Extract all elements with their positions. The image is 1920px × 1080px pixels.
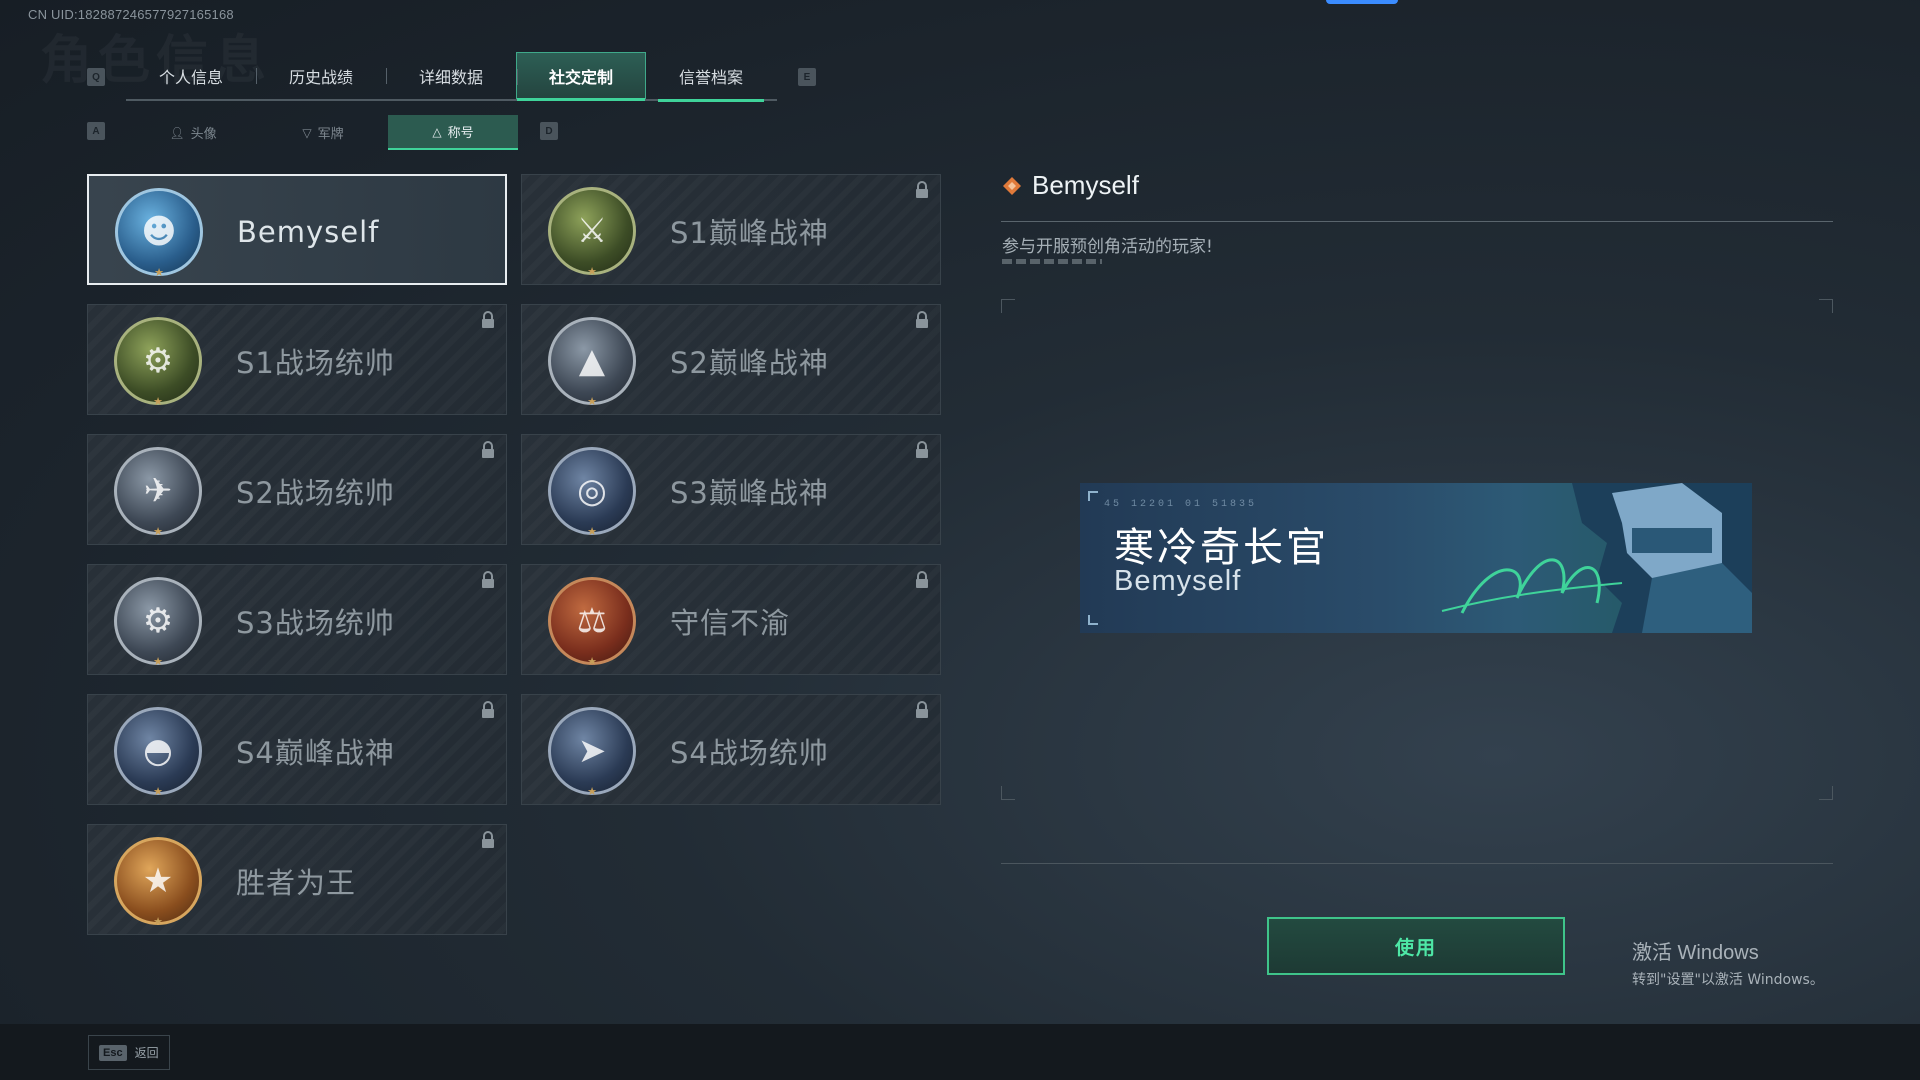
globe-emblem-icon: ◎ — [548, 447, 636, 535]
tab-next-key-hint[interactable]: E — [798, 68, 816, 86]
soldier-portrait-icon — [1441, 483, 1752, 633]
subtab-prev-key-hint[interactable]: A — [87, 122, 105, 140]
triangle-icon: △ — [432, 124, 442, 139]
title-preview-banner: 45 12201 01 51835 寒冷奇长官 Bemyself — [1080, 483, 1752, 633]
back-label: 返回 — [134, 1046, 159, 1060]
title-card-s3-peak[interactable]: ◎ S3巅峰战神 — [521, 434, 941, 545]
title-card-s2-peak[interactable]: ▲ S2巅峰战神 — [521, 304, 941, 415]
missile-emblem-icon: ➤ — [548, 707, 636, 795]
title-card-name: S4战场统帅 — [670, 735, 829, 770]
title-card-name: S2巅峰战神 — [670, 345, 829, 380]
title-card-name: 守信不渝 — [670, 605, 791, 640]
lock-icon — [482, 831, 494, 848]
subtab-avatar-label: 头像 — [190, 127, 217, 142]
lock-icon — [482, 441, 494, 458]
subtab-title[interactable]: △ 称号 — [388, 115, 518, 150]
lock-icon — [916, 571, 928, 588]
title-card-name: S2战场统帅 — [236, 475, 395, 510]
title-card-name: S4巅峰战神 — [236, 735, 395, 770]
crocodile-emblem-icon: ⚔ — [548, 187, 636, 275]
top-indicator — [1326, 0, 1398, 4]
title-card-name: S3战场统帅 — [236, 605, 395, 640]
title-card-name: S1巅峰战神 — [670, 215, 829, 250]
lock-icon — [482, 571, 494, 588]
footer-bar — [0, 1024, 1920, 1080]
lock-icon — [482, 311, 494, 328]
lock-icon — [916, 701, 928, 718]
tab-prev-key-hint[interactable]: Q — [87, 68, 105, 86]
title-card-integrity[interactable]: ⚖ 守信不渝 — [521, 564, 941, 675]
lock-icon — [916, 181, 928, 198]
subtab-avatar[interactable]: 👤︎ 头像 — [128, 115, 258, 150]
windows-activation-title: 激活 Windows — [1632, 942, 1759, 964]
frame-corner — [1819, 786, 1833, 800]
helicopter-emblem-icon: ✈ — [114, 447, 202, 535]
frame-corner — [1819, 299, 1833, 313]
back-button[interactable]: Esc 返回 — [88, 1035, 170, 1070]
pyramid-emblem-icon: ▲ — [548, 317, 636, 405]
title-card-winner[interactable]: ★ 胜者为王 — [87, 824, 507, 935]
windows-activation-watermark: 激活 Windows 转到"设置"以激活 Windows。 — [1632, 936, 1824, 989]
subtab-next-key-hint[interactable]: D — [540, 122, 558, 140]
medal-emblem-icon: ★ — [114, 837, 202, 925]
detail-description: 参与开服预创角活动的玩家! — [1002, 237, 1213, 257]
banner-corner — [1088, 615, 1098, 625]
tab-personal-info[interactable]: 个人信息 — [126, 52, 256, 99]
lock-icon — [916, 311, 928, 328]
main-tab-bar: 个人信息 历史战绩 详细数据 社交定制 信誉档案 — [126, 52, 777, 102]
subtab-dog-tag[interactable]: ▽ 军牌 — [258, 115, 388, 150]
tab-social-customization[interactable]: 社交定制 — [516, 52, 646, 101]
title-card-s4-commander[interactable]: ➤ S4战场统帅 — [521, 694, 941, 805]
detail-title-name: Bemyself — [1032, 170, 1139, 200]
title-card-s3-commander[interactable]: ⚙ S3战场统帅 — [87, 564, 507, 675]
lock-icon — [482, 701, 494, 718]
diamond-icon — [1003, 176, 1021, 195]
dog-tag-icon: ▽ — [302, 125, 312, 140]
soldier-signature-emblem-icon: ☻ — [115, 188, 203, 276]
subtab-title-label: 称号 — [447, 126, 474, 141]
person-icon: 👤︎ — [169, 125, 185, 140]
title-card-s4-peak[interactable]: ◓ S4巅峰战神 — [87, 694, 507, 805]
detail-header: Bemyself — [1002, 170, 1139, 201]
tab-reputation[interactable]: 信誉档案 — [646, 52, 776, 102]
banner-corner — [1088, 491, 1098, 501]
banner-code: 45 12201 01 51835 — [1104, 499, 1258, 510]
use-button[interactable]: 使用 — [1267, 917, 1565, 975]
title-card-bemyself[interactable]: ☻ Bemyself — [87, 174, 507, 285]
armored-vehicle-emblem-icon: ⚙ — [114, 577, 202, 665]
detail-divider — [1001, 221, 1833, 222]
title-card-name: 胜者为王 — [236, 865, 357, 900]
frame-corner — [1001, 786, 1015, 800]
windows-activation-hint: 转到"设置"以激活 Windows。 — [1632, 972, 1824, 988]
detail-decoration — [1002, 259, 1102, 264]
title-card-name: Bemyself — [237, 214, 380, 249]
helmet-emblem-icon: ◓ — [114, 707, 202, 795]
title-card-s1-peak[interactable]: ⚔ S1巅峰战神 — [521, 174, 941, 285]
subtab-dog-tag-label: 军牌 — [317, 127, 344, 142]
banner-player-name: Bemyself — [1114, 565, 1242, 597]
lock-icon — [916, 441, 928, 458]
esc-key-hint: Esc — [99, 1044, 127, 1061]
title-card-s2-commander[interactable]: ✈ S2战场统帅 — [87, 434, 507, 545]
title-card-s1-commander[interactable]: ⚙ S1战场统帅 — [87, 304, 507, 415]
frame-corner — [1001, 299, 1015, 313]
tank-emblem-icon: ⚙ — [114, 317, 202, 405]
title-card-name: S1战场统帅 — [236, 345, 395, 380]
scales-emblem-icon: ⚖ — [548, 577, 636, 665]
tab-history[interactable]: 历史战绩 — [256, 52, 386, 99]
sub-tab-bar: 👤︎ 头像 ▽ 军牌 △ 称号 — [128, 115, 518, 150]
tab-detailed-data[interactable]: 详细数据 — [386, 52, 516, 99]
title-card-name: S3巅峰战神 — [670, 475, 829, 510]
detail-bottom-divider — [1001, 863, 1833, 864]
